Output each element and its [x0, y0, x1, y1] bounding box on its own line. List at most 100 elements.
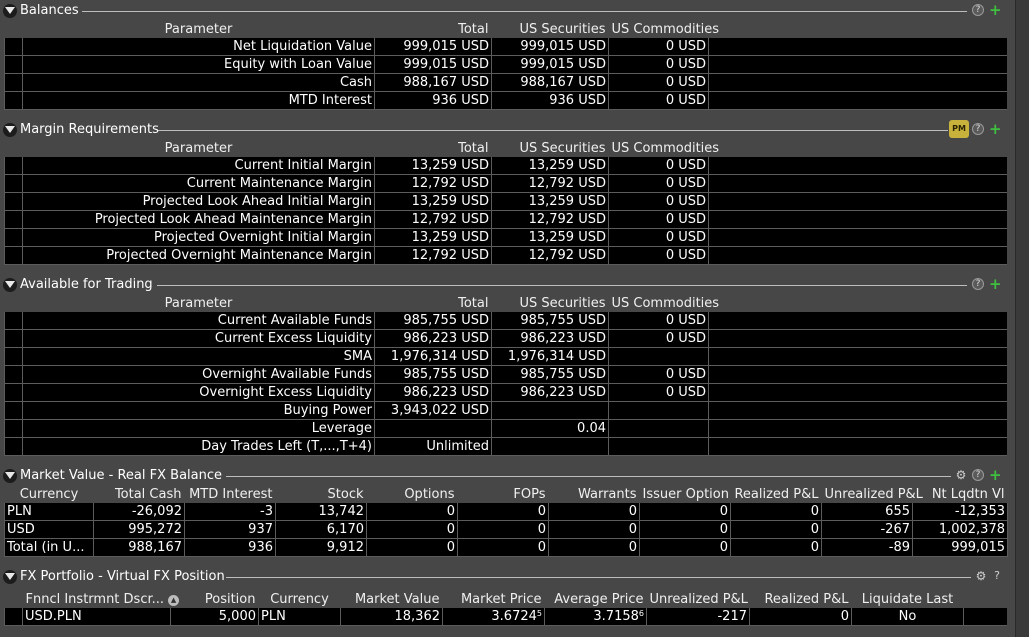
- table-row[interactable]: Projected Look Ahead Maintenance Margin …: [4, 210, 1007, 229]
- cell: 986,223 USD: [374, 383, 492, 402]
- col-header[interactable]: US Commodities: [609, 294, 720, 312]
- settings-icon[interactable]: ⚙: [955, 469, 967, 481]
- collapse-triangle-icon[interactable]: [3, 123, 17, 137]
- table-row[interactable]: Equity with Loan Value 999,015 USD 999,0…: [4, 55, 1007, 74]
- divider: [82, 11, 967, 12]
- margin-table: Parameter Total US Securities US Commodi…: [4, 139, 1007, 265]
- col-header[interactable]: US Commodities: [609, 20, 720, 38]
- col-header[interactable]: Unrealized P&L: [822, 485, 923, 503]
- table-row[interactable]: Net Liquidation Value 999,015 USD 999,01…: [4, 38, 1007, 56]
- cell: 0: [366, 503, 458, 521]
- table-row[interactable]: Current Excess Liquidity 986,223 USD 986…: [4, 329, 1007, 348]
- table-row[interactable]: Day Trades Left (T,...,T+4) Unlimited: [4, 437, 1007, 456]
- col-header[interactable]: Total: [375, 20, 492, 38]
- col-header[interactable]: Issuer Option: [640, 485, 731, 503]
- add-icon[interactable]: +: [989, 468, 1002, 483]
- balances-header[interactable]: Balances ? +: [0, 2, 1014, 20]
- col-header[interactable]: US Securities: [492, 139, 609, 157]
- col-header[interactable]: Realized P&L: [750, 590, 852, 608]
- sort-ascending-icon[interactable]: ▲: [168, 594, 180, 606]
- col-header[interactable]: Average Price: [545, 590, 647, 608]
- table-row[interactable]: Total (in U... 988,167 936 9,912 0 0 0 0…: [4, 538, 1008, 557]
- table-row[interactable]: USD.PLN 5,000 PLN 18,362 3.67245 3.71586…: [4, 608, 1007, 626]
- try-pm-icon[interactable]: PM: [949, 120, 969, 138]
- col-header[interactable]: US Securities: [492, 20, 609, 38]
- table-row[interactable]: SMA 1,976,314 USD 1,976,314 USD: [4, 347, 1007, 366]
- help-icon[interactable]: ?: [972, 123, 984, 135]
- help-icon[interactable]: ?: [972, 469, 984, 481]
- col-header[interactable]: MTD Interest: [185, 485, 276, 503]
- cell: 12,792 USD: [374, 246, 492, 265]
- collapse-triangle-icon[interactable]: [3, 278, 17, 292]
- col-header[interactable]: Realized P&L: [731, 485, 822, 503]
- table-row[interactable]: USD 995,272 937 6,170 0 0 0 0 0 -267 1,0…: [4, 520, 1008, 539]
- row-label: Cash: [22, 73, 375, 92]
- col-header[interactable]: Currency: [259, 590, 341, 608]
- row-label: Buying Power: [22, 401, 375, 420]
- cell: 0: [730, 520, 822, 539]
- table-row[interactable]: Overnight Excess Liquidity 986,223 USD 9…: [4, 383, 1007, 402]
- table-row[interactable]: Leverage 0.04: [4, 419, 1007, 438]
- col-header[interactable]: Position: [171, 590, 259, 608]
- vertical-scrollbar[interactable]: [1015, 0, 1029, 637]
- table-row[interactable]: Projected Look Ahead Initial Margin 13,2…: [4, 192, 1007, 211]
- table-row[interactable]: Projected Overnight Maintenance Margin 1…: [4, 246, 1007, 265]
- col-header[interactable]: US Securities: [492, 294, 609, 312]
- table-row[interactable]: Cash 988,167 USD 988,167 USD 0 USD: [4, 73, 1007, 92]
- col-header[interactable]: Stock: [276, 485, 367, 503]
- col-header[interactable]: Unrealized P&L: [647, 590, 750, 608]
- col-header[interactable]: Total: [375, 294, 492, 312]
- cell: 0 USD: [608, 55, 709, 74]
- col-header[interactable]: Parameter: [23, 139, 375, 157]
- cell: 985,755 USD: [491, 365, 609, 384]
- add-icon[interactable]: +: [989, 122, 1002, 137]
- cell: 0: [749, 608, 852, 626]
- col-header[interactable]: Parameter: [23, 20, 375, 38]
- table-row[interactable]: Current Initial Margin 13,259 USD 13,259…: [4, 157, 1007, 175]
- add-icon[interactable]: +: [989, 277, 1002, 292]
- col-header[interactable]: US Commodities: [609, 139, 720, 157]
- col-header[interactable]: Total Cash: [94, 485, 185, 503]
- question-icon[interactable]: ?: [991, 570, 1003, 582]
- table-row[interactable]: MTD Interest 936 USD 936 USD 0 USD: [4, 91, 1007, 110]
- table-row[interactable]: Buying Power 3,943,022 USD: [4, 401, 1007, 420]
- table-row[interactable]: Current Available Funds 985,755 USD 985,…: [4, 312, 1007, 330]
- collapse-triangle-icon[interactable]: [3, 570, 17, 584]
- col-header[interactable]: Market Value: [341, 590, 443, 608]
- settings-icon[interactable]: ⚙: [975, 570, 987, 582]
- col-header[interactable]: Warrants: [549, 485, 640, 503]
- cell: 9,912: [275, 538, 367, 557]
- table-row[interactable]: Projected Overnight Initial Margin 13,25…: [4, 228, 1007, 247]
- col-header[interactable]: FOPs: [458, 485, 549, 503]
- col-header[interactable]: Nt Lqdtn Vl: [913, 485, 1008, 503]
- margin-header[interactable]: Margin Requirements PM ? +: [0, 120, 1014, 139]
- col-header[interactable]: Currency: [5, 485, 94, 503]
- market-value-header[interactable]: Market Value - Real FX Balance ⚙ ? +: [0, 467, 1014, 485]
- average-price-fraction: 6: [638, 609, 644, 618]
- col-header[interactable]: Options: [367, 485, 458, 503]
- cell: 0 USD: [608, 174, 709, 193]
- help-icon[interactable]: ?: [972, 278, 984, 290]
- col-header[interactable]: Market Price: [443, 590, 545, 608]
- col-header[interactable]: Liquidate Last: [852, 590, 964, 608]
- cell: 13,259 USD: [374, 228, 492, 247]
- fx-portfolio-header[interactable]: FX Portfolio - Virtual FX Position ⚙ ?: [0, 568, 1014, 586]
- cell: 12,792 USD: [374, 210, 492, 229]
- collapse-triangle-icon[interactable]: [3, 4, 17, 18]
- cell: 0 USD: [608, 210, 709, 229]
- table-row[interactable]: Overnight Available Funds 985,755 USD 98…: [4, 365, 1007, 384]
- table-row[interactable]: PLN -26,092 -3 13,742 0 0 0 0 0 655 -12,…: [4, 503, 1008, 521]
- add-icon[interactable]: +: [989, 3, 1002, 18]
- cell: Total (in U...: [4, 538, 94, 557]
- cell: 0 USD: [608, 228, 709, 247]
- col-header-instrument[interactable]: Fnncl Instrmnt Dscr... ▲: [23, 590, 180, 608]
- col-header[interactable]: Parameter: [23, 294, 375, 312]
- collapse-triangle-icon[interactable]: [3, 469, 17, 483]
- available-header[interactable]: Available for Trading ? +: [0, 276, 1014, 294]
- table-row[interactable]: Current Maintenance Margin 12,792 USD 12…: [4, 174, 1007, 193]
- row-label: Current Excess Liquidity: [22, 329, 375, 348]
- divider: [157, 285, 967, 286]
- col-header[interactable]: Total: [375, 139, 492, 157]
- cell[interactable]: No: [851, 608, 964, 626]
- help-icon[interactable]: ?: [972, 4, 984, 16]
